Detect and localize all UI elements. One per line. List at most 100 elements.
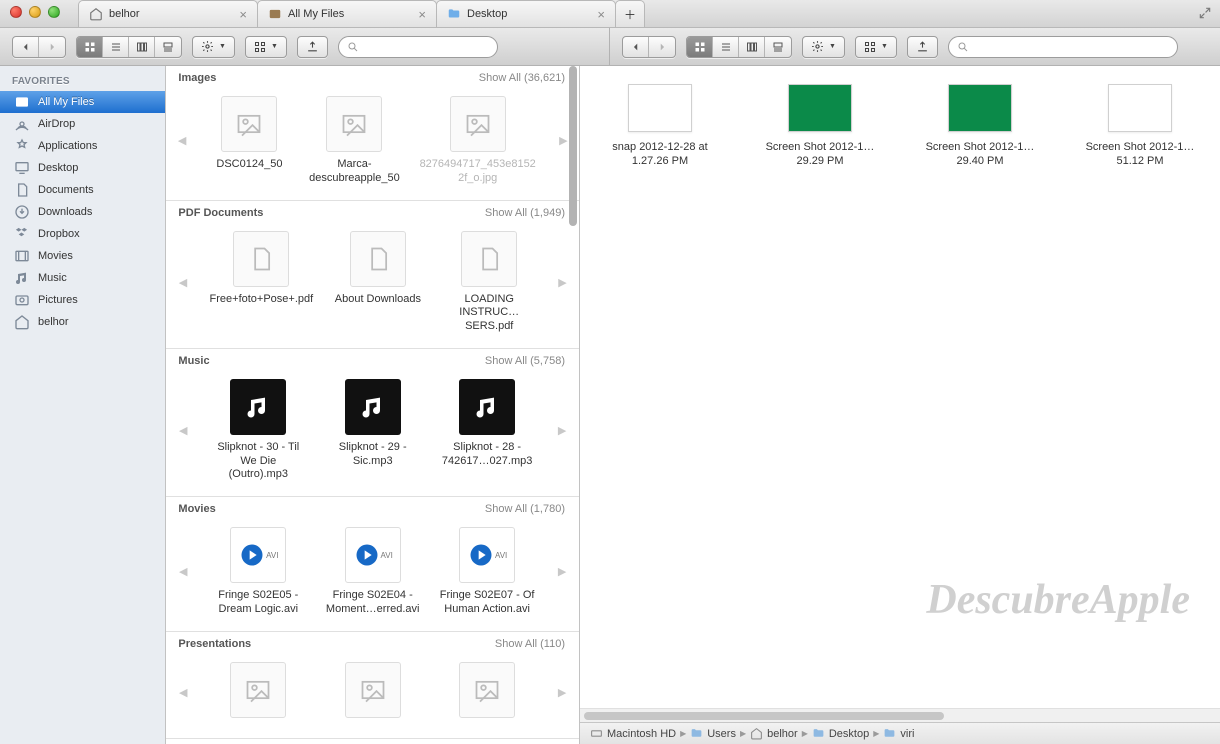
file-item[interactable]: Slipknot - 29 - Sic.mp3 bbox=[325, 379, 421, 469]
scrollbar-vertical[interactable] bbox=[569, 66, 577, 744]
tab-belhor[interactable]: belhor × bbox=[78, 0, 258, 27]
sidebar-item-music[interactable]: Music bbox=[0, 267, 165, 289]
sidebar-item-belhor[interactable]: belhor bbox=[0, 311, 165, 333]
home-icon bbox=[89, 7, 103, 21]
file-label: Free+foto+Pose+.pdf bbox=[210, 293, 314, 307]
scroll-left-peek[interactable]: ◀ bbox=[174, 379, 192, 482]
tab-label: belhor bbox=[109, 8, 140, 20]
pdf-file-icon bbox=[350, 231, 406, 287]
new-tab-button[interactable]: ＋ bbox=[615, 0, 645, 27]
forward-button[interactable] bbox=[39, 37, 65, 57]
category-title: Images bbox=[178, 72, 216, 84]
chevron-right-icon: ▶ bbox=[802, 729, 808, 738]
arrange-menu-button[interactable]: ▼ bbox=[855, 36, 897, 58]
list-view-button[interactable] bbox=[103, 37, 129, 57]
path-segment[interactable]: belhor bbox=[750, 727, 798, 740]
scroll-left-peek[interactable]: ◀ bbox=[174, 96, 189, 186]
scroll-left-peek[interactable]: ◀ bbox=[174, 662, 192, 724]
file-label: Fringe S02E07 - Of Human Action.avi bbox=[439, 589, 535, 617]
file-item[interactable] bbox=[439, 662, 535, 724]
desktop-file-item[interactable]: snap 2012-12-28 at 1.27.26 PM bbox=[600, 84, 720, 169]
category-presentations: PresentationsShow All (110)◀▶ bbox=[166, 632, 579, 739]
file-item[interactable]: Marca-descubreapple_50 bbox=[309, 96, 400, 186]
list-view-button[interactable] bbox=[713, 37, 739, 57]
fullscreen-icon[interactable] bbox=[1198, 6, 1212, 20]
path-segment[interactable]: Users bbox=[690, 727, 736, 740]
file-item[interactable]: AVIFringe S02E04 - Moment…erred.avi bbox=[325, 527, 421, 617]
path-segment[interactable]: Macintosh HD bbox=[590, 727, 676, 740]
path-segment[interactable]: Desktop bbox=[812, 727, 869, 740]
scrollbar-horizontal[interactable] bbox=[580, 708, 1220, 722]
close-tab-icon[interactable]: × bbox=[597, 7, 605, 22]
file-item[interactable]: Slipknot - 28 - 742617…027.mp3 bbox=[439, 379, 535, 469]
close-tab-icon[interactable]: × bbox=[239, 7, 247, 22]
share-button[interactable] bbox=[907, 36, 938, 58]
action-menu-button[interactable]: ▼ bbox=[802, 36, 845, 58]
file-item[interactable] bbox=[325, 662, 421, 724]
column-view-button[interactable] bbox=[739, 37, 765, 57]
file-item[interactable]: AVIFringe S02E05 - Dream Logic.avi bbox=[210, 527, 306, 617]
show-all-link[interactable]: Show All (36,621) bbox=[479, 72, 565, 84]
sidebar-item-desktop[interactable]: Desktop bbox=[0, 157, 165, 179]
search-field[interactable] bbox=[948, 36, 1178, 58]
file-item[interactable]: Slipknot - 30 - Til We Die (Outro).mp3 bbox=[210, 379, 306, 482]
close-window-button[interactable] bbox=[10, 6, 22, 18]
share-button[interactable] bbox=[297, 36, 328, 58]
scroll-left-peek[interactable]: ◀ bbox=[174, 231, 191, 334]
sidebar-item-pictures[interactable]: Pictures bbox=[0, 289, 165, 311]
file-label: LOADING INSTRUC…SERS.pdf bbox=[443, 293, 536, 334]
sidebar-item-documents[interactable]: Documents bbox=[0, 179, 165, 201]
back-button[interactable] bbox=[623, 37, 649, 57]
file-item[interactable]: 8276494717_453e81522f_o.jpg bbox=[418, 96, 538, 186]
window-tabbar: belhor × All My Files × Desktop × ＋ bbox=[0, 0, 1220, 28]
file-label: Marca-descubreapple_50 bbox=[309, 158, 400, 186]
sidebar-item-airdrop[interactable]: AirDrop bbox=[0, 113, 165, 135]
zoom-window-button[interactable] bbox=[48, 6, 60, 18]
path-segment[interactable]: viri bbox=[883, 727, 914, 740]
sidebar-item-movies[interactable]: Movies bbox=[0, 245, 165, 267]
tab-desktop[interactable]: Desktop × bbox=[436, 0, 616, 27]
folder-icon bbox=[812, 727, 825, 740]
file-label: Screen Shot 2012-1…29.29 PM bbox=[760, 140, 880, 169]
desktop-file-item[interactable]: Screen Shot 2012-1…29.40 PM bbox=[920, 84, 1040, 169]
tab-all-my-files[interactable]: All My Files × bbox=[257, 0, 437, 27]
file-label: Fringe S02E04 - Moment…erred.avi bbox=[325, 589, 421, 617]
search-input[interactable] bbox=[364, 41, 506, 53]
column-view-button[interactable] bbox=[129, 37, 155, 57]
file-item[interactable] bbox=[210, 662, 306, 724]
back-button[interactable] bbox=[13, 37, 39, 57]
category-movies: MoviesShow All (1,780)◀AVIFringe S02E05 … bbox=[166, 497, 579, 632]
show-all-link[interactable]: Show All (1,780) bbox=[485, 503, 565, 515]
close-tab-icon[interactable]: × bbox=[418, 7, 426, 22]
path-bar: Macintosh HD▶Users▶belhor▶Desktop▶viri bbox=[580, 722, 1220, 744]
path-label: belhor bbox=[767, 728, 798, 740]
arrange-menu-button[interactable]: ▼ bbox=[245, 36, 287, 58]
sidebar-item-downloads[interactable]: Downloads bbox=[0, 201, 165, 223]
file-item[interactable]: AVIFringe S02E07 - Of Human Action.avi bbox=[439, 527, 535, 617]
search-field[interactable] bbox=[338, 36, 498, 58]
scroll-left-peek[interactable]: ◀ bbox=[174, 527, 192, 617]
forward-button[interactable] bbox=[649, 37, 675, 57]
icon-view-button[interactable] bbox=[687, 37, 713, 57]
coverflow-view-button[interactable] bbox=[765, 37, 791, 57]
action-menu-button[interactable]: ▼ bbox=[192, 36, 235, 58]
show-all-link[interactable]: Show All (1,949) bbox=[485, 207, 565, 219]
file-item[interactable]: LOADING INSTRUC…SERS.pdf bbox=[443, 231, 536, 334]
file-item[interactable]: Free+foto+Pose+.pdf bbox=[210, 231, 314, 307]
sidebar-item-applications[interactable]: Applications bbox=[0, 135, 165, 157]
desktop-file-item[interactable]: Screen Shot 2012-1…29.29 PM bbox=[760, 84, 880, 169]
show-all-link[interactable]: Show All (5,758) bbox=[485, 355, 565, 367]
sidebar-item-dropbox[interactable]: Dropbox bbox=[0, 223, 165, 245]
desktop-file-item[interactable]: Screen Shot 2012-1…51.12 PM bbox=[1080, 84, 1200, 169]
icon-view-button[interactable] bbox=[77, 37, 103, 57]
sidebar-item-label: Pictures bbox=[38, 294, 78, 306]
coverflow-view-button[interactable] bbox=[155, 37, 181, 57]
main: FAVORITES All My FilesAirDropApplication… bbox=[0, 66, 1220, 744]
sidebar-item-all-my-files[interactable]: All My Files bbox=[0, 91, 165, 113]
file-item[interactable]: DSC0124_50 bbox=[208, 96, 291, 172]
file-label: Slipknot - 28 - 742617…027.mp3 bbox=[439, 441, 535, 469]
search-input[interactable] bbox=[974, 41, 1169, 53]
file-item[interactable]: About Downloads bbox=[331, 231, 424, 307]
minimize-window-button[interactable] bbox=[29, 6, 41, 18]
show-all-link[interactable]: Show All (110) bbox=[495, 638, 565, 650]
